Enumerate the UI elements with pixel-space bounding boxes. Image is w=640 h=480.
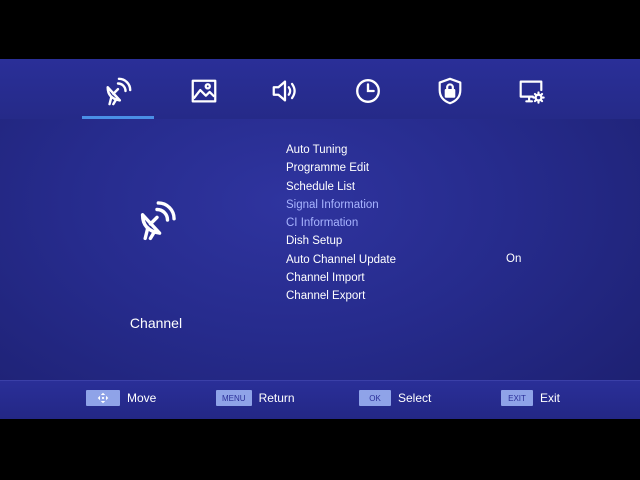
- hint-label: Move: [127, 391, 157, 405]
- hint-bar: Move MENU Return OK Select EXIT Exit: [0, 380, 640, 419]
- category-label: Channel: [129, 315, 183, 331]
- menu-tab-bar: [0, 59, 640, 119]
- satellite-dish-icon: [140, 201, 176, 241]
- satellite-dish-icon: [106, 77, 132, 106]
- tab-picture[interactable]: [182, 71, 226, 111]
- menu-item-ci-information: CI Information: [286, 217, 359, 230]
- tab-setup[interactable]: [509, 71, 553, 111]
- ok-key: OK: [359, 390, 391, 406]
- menu-item-signal-information: Signal Information: [286, 198, 379, 211]
- arrows-icon: [97, 392, 109, 404]
- hint-move: Move: [86, 390, 156, 406]
- tab-lock[interactable]: [428, 71, 472, 111]
- channel-menu: Auto Tuning Programme Edit Schedule List…: [286, 141, 396, 306]
- hint-exit: EXIT Exit: [501, 390, 560, 406]
- menu-item-schedule-list[interactable]: Schedule List: [286, 178, 396, 196]
- exit-key: EXIT: [501, 390, 533, 406]
- hint-label: Select: [398, 391, 432, 405]
- menu-item-auto-channel-update[interactable]: Auto Channel Update: [286, 251, 396, 269]
- auto-channel-update-value[interactable]: On: [506, 250, 521, 268]
- setup-icon: [519, 80, 545, 104]
- menu-item-programme-edit[interactable]: Programme Edit: [286, 159, 396, 177]
- hint-select: OK Select: [359, 390, 431, 406]
- tab-sound[interactable]: [263, 71, 307, 111]
- menu-item-channel-export[interactable]: Channel Export: [286, 287, 396, 305]
- menu-item-auto-tuning[interactable]: Auto Tuning: [286, 141, 396, 159]
- tab-channel[interactable]: [96, 71, 140, 111]
- menu-key: MENU: [216, 390, 252, 406]
- selected-tab-indicator: [82, 116, 154, 119]
- hint-return: MENU Return: [216, 390, 295, 406]
- hint-label: Exit: [540, 391, 561, 405]
- tv-menu-screen: Channel Auto Tuning Programme Edit Sched…: [0, 59, 640, 419]
- picture-icon: [191, 79, 217, 103]
- menu-item-dish-setup[interactable]: Dish Setup: [286, 232, 396, 250]
- lock-icon: [438, 77, 462, 105]
- clock-icon: [356, 79, 380, 103]
- sound-icon: [272, 80, 296, 102]
- hint-label: Return: [258, 391, 295, 405]
- move-key: [86, 390, 120, 406]
- tab-time[interactable]: [346, 71, 390, 111]
- menu-item-channel-import[interactable]: Channel Import: [286, 269, 396, 287]
